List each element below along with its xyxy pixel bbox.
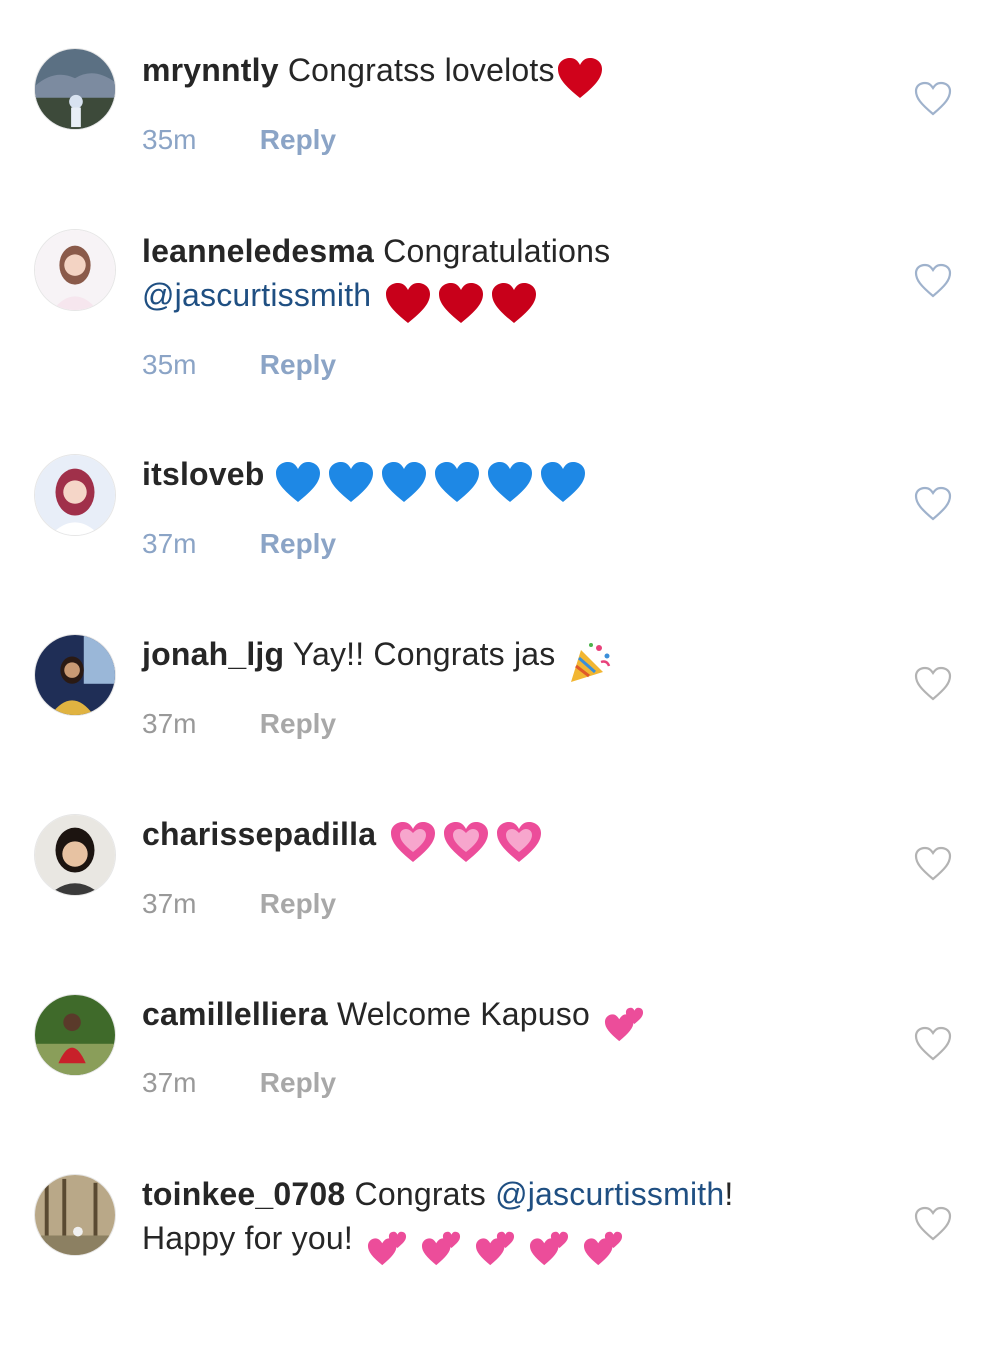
comment-item: leanneledesma Congratulations @jascurtis… xyxy=(0,180,1000,380)
comment-time: 37m xyxy=(142,887,197,919)
like-button[interactable] xyxy=(914,486,952,522)
mention-link[interactable]: @jascurtissmith xyxy=(495,1176,724,1212)
comment-item: jonah_ljg Yay!! Congrats jas 37m Reply xyxy=(0,630,1000,810)
avatar[interactable] xyxy=(34,48,116,130)
comment-text: charissepadilla xyxy=(142,812,882,864)
comment-username[interactable]: charissepadilla xyxy=(142,816,376,852)
comment-username[interactable]: jonah_ljg xyxy=(142,636,284,672)
two-hearts-icon xyxy=(365,1222,635,1267)
comment-item: camillelliera Welcome Kapuso 37m Reply xyxy=(0,990,1000,1170)
like-button[interactable] xyxy=(914,846,952,882)
comment-meta: 35m Reply xyxy=(142,120,882,160)
comment-message: Congratulations xyxy=(383,233,611,269)
comment-time: 37m xyxy=(142,1066,197,1098)
comment-username[interactable]: toinkee_0708 xyxy=(142,1176,345,1212)
comment-item: toinkee_0708 Congrats @jascurtissmith! H… xyxy=(0,1170,1000,1350)
avatar[interactable] xyxy=(34,1174,116,1256)
comment-meta: 37m Reply xyxy=(142,704,882,744)
comment-text: leanneledesma Congratulations @jascurtis… xyxy=(142,229,882,325)
comment-username[interactable]: mrynntly xyxy=(142,52,279,88)
reply-button[interactable]: Reply xyxy=(260,528,336,559)
like-button[interactable] xyxy=(914,81,952,117)
comment-message-end: ! xyxy=(724,1176,734,1212)
comment-text: camillelliera Welcome Kapuso xyxy=(142,992,882,1043)
comment-item: itsloveb 37m Reply xyxy=(0,450,1000,630)
reply-button[interactable]: Reply xyxy=(260,888,336,919)
heart-outline-icon xyxy=(914,1026,952,1061)
reply-button[interactable]: Reply xyxy=(260,349,336,380)
comment-username[interactable]: leanneledesma xyxy=(142,233,374,269)
avatar[interactable] xyxy=(34,229,116,311)
heart-outline-icon xyxy=(914,486,952,521)
avatar[interactable] xyxy=(34,814,116,896)
party-popper-icon xyxy=(567,638,620,684)
heart-outline-icon xyxy=(914,1206,952,1241)
like-button[interactable] xyxy=(914,263,952,299)
red-heart-icon xyxy=(557,54,610,100)
comment-meta: 37m Reply xyxy=(142,884,882,924)
comment-message: Congrats xyxy=(354,1176,486,1212)
comment-item: mrynntly Congratss lovelots 35m Reply xyxy=(0,0,1000,180)
comment-item: charissepadilla 37m Reply xyxy=(0,810,1000,990)
mention-link[interactable]: @jascurtissmith xyxy=(142,277,371,313)
comment-meta: 37m Reply xyxy=(142,1063,882,1103)
like-button[interactable] xyxy=(914,666,952,702)
comment-time: 37m xyxy=(142,707,197,739)
comment-message-line2: Happy for you! xyxy=(142,1220,353,1256)
comment-meta: 37m Reply xyxy=(142,524,882,564)
heart-outline-icon xyxy=(914,263,952,298)
comment-username[interactable]: itsloveb xyxy=(142,456,265,492)
comment-message: Welcome Kapuso xyxy=(336,996,590,1032)
like-button[interactable] xyxy=(914,1026,952,1062)
blue-heart-icon xyxy=(275,458,593,504)
comment-time: 37m xyxy=(142,527,197,559)
avatar[interactable] xyxy=(34,634,116,716)
reply-button[interactable]: Reply xyxy=(260,1067,336,1098)
comment-username[interactable]: camillelliera xyxy=(142,996,328,1032)
sparkling-heart-icon xyxy=(390,818,549,864)
heart-outline-icon xyxy=(914,666,952,701)
comment-text: jonah_ljg Yay!! Congrats jas xyxy=(142,632,882,684)
comment-meta: 35m Reply xyxy=(142,345,882,385)
comment-time: 35m xyxy=(142,348,197,380)
comment-text: itsloveb xyxy=(142,452,882,504)
avatar[interactable] xyxy=(34,454,116,536)
comment-text: mrynntly Congratss lovelots xyxy=(142,48,882,100)
red-heart-icon xyxy=(385,279,544,325)
comment-message: Yay!! Congrats jas xyxy=(292,636,556,672)
comment-text: toinkee_0708 Congrats @jascurtissmith! H… xyxy=(142,1172,882,1267)
heart-outline-icon xyxy=(914,81,952,116)
like-button[interactable] xyxy=(914,1206,952,1242)
reply-button[interactable]: Reply xyxy=(260,124,336,155)
reply-button[interactable]: Reply xyxy=(260,708,336,739)
heart-outline-icon xyxy=(914,846,952,881)
comment-message: Congratss lovelots xyxy=(287,52,555,88)
two-hearts-icon xyxy=(602,998,656,1043)
avatar[interactable] xyxy=(34,994,116,1076)
comment-time: 35m xyxy=(142,123,197,155)
